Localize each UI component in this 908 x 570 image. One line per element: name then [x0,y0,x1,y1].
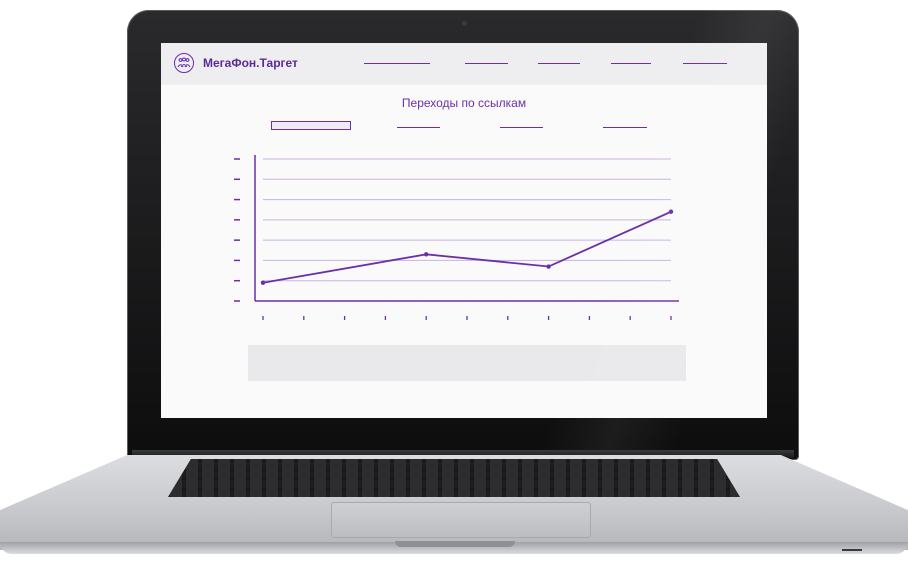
data-point [668,209,674,214]
trackpad[interactable] [331,502,591,538]
webcam [462,21,467,26]
line-chart [234,155,679,320]
series-line [262,210,672,284]
chart-details-panel [248,345,686,381]
keyboard [168,459,740,497]
screen: МегаФон.Таргет Переходы по ссылкам [161,43,767,418]
data-point [546,264,551,269]
data-point [424,252,429,257]
data-point [260,280,266,285]
lid-open-notch [395,541,515,547]
keyboard-keys [168,459,740,497]
status-light [842,549,862,551]
